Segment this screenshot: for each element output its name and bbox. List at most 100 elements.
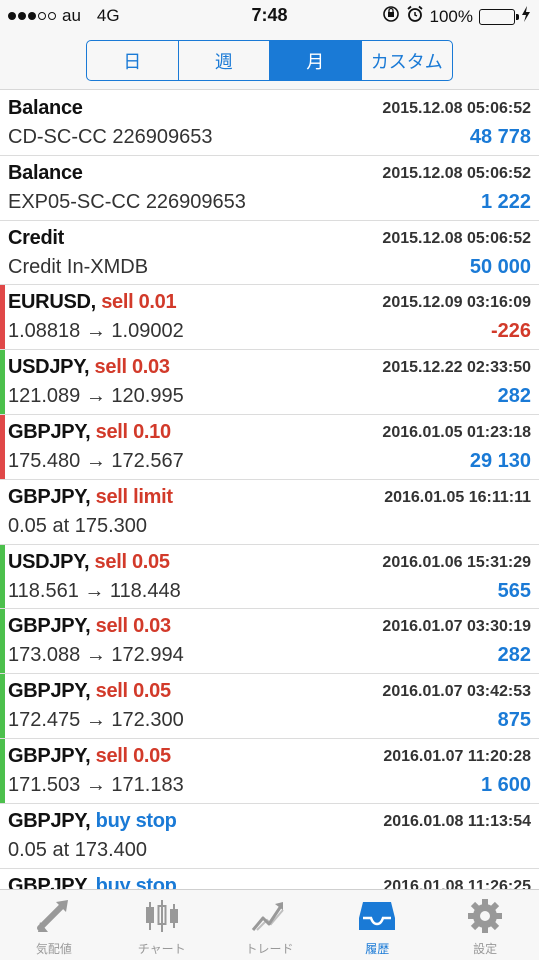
- row-action: sell 0.05: [95, 680, 171, 703]
- row-detail: 171.503 → 171.183: [8, 773, 184, 796]
- period-selector-bar: 日 週 月 カスタム: [0, 30, 539, 90]
- period-segmented-control: 日 週 月 カスタム: [86, 40, 453, 81]
- history-row[interactable]: GBPJPY, sell 0.05 2016.01.07 03:42:53 17…: [0, 674, 539, 739]
- row-time: 2016.01.08 11:26:25: [383, 877, 531, 889]
- row-detail: 173.088 → 172.994: [8, 644, 184, 667]
- row-title: GBPJPY, sell limit: [8, 485, 173, 508]
- row-value: 29 130: [469, 449, 531, 472]
- row-title: USDJPY, sell 0.05: [8, 550, 170, 573]
- battery-percent: 100%: [429, 6, 473, 26]
- profit-indicator: [0, 674, 5, 738]
- history-row[interactable]: USDJPY, sell 0.05 2016.01.06 15:31:29 11…: [0, 544, 539, 610]
- tab-chart[interactable]: チャート: [108, 890, 216, 960]
- gear-icon: [465, 898, 505, 934]
- period-tab-day[interactable]: 日: [87, 41, 179, 80]
- row-time: 2016.01.07 03:42:53: [382, 683, 531, 701]
- period-tab-custom[interactable]: カスタム: [362, 41, 453, 80]
- history-row[interactable]: GBPJPY, sell 0.03 2016.01.07 03:30:19 17…: [0, 609, 539, 675]
- period-tab-month[interactable]: 月: [270, 41, 362, 80]
- row-title: Credit: [8, 226, 64, 249]
- row-title: GBPJPY, sell 0.05: [8, 680, 171, 703]
- row-detail: CD-SC-CC 226909653: [8, 126, 213, 148]
- charging-icon: [521, 6, 531, 27]
- row-action: sell 0.03: [94, 356, 170, 379]
- tab-history[interactable]: 履歴: [323, 890, 431, 960]
- row-action: sell 0.03: [95, 615, 171, 638]
- row-action: buy stop: [95, 874, 177, 889]
- tab-history-label: 履歴: [365, 942, 390, 956]
- status-bar: au 4G 7:48 100%: [0, 0, 539, 30]
- profit-indicator: [0, 738, 5, 803]
- row-detail: EXP05-SC-CC 226909653: [8, 190, 246, 213]
- row-action: buy stop: [95, 809, 177, 832]
- row-value: 50 000: [469, 255, 531, 278]
- history-list[interactable]: Balance 2015.12.08 05:06:52 CD-SC-CC 226…: [0, 91, 539, 889]
- history-row[interactable]: EURUSD, sell 0.01 2015.12.09 03:16:09 1.…: [0, 285, 539, 351]
- history-row[interactable]: Credit 2015.12.08 05:06:52 Credit In-XMD…: [0, 221, 539, 286]
- history-inbox-icon: [357, 898, 397, 934]
- row-title: GBPJPY, sell 0.10: [8, 420, 171, 443]
- row-value: 875: [497, 709, 531, 732]
- row-value: 1 600: [480, 773, 531, 796]
- row-value: -226: [490, 320, 531, 343]
- row-time: 2015.12.09 03:16:09: [382, 294, 531, 312]
- profit-indicator: [0, 609, 5, 674]
- history-row[interactable]: USDJPY, sell 0.03 2015.12.22 02:33:50 12…: [0, 350, 539, 415]
- row-value: 1 222: [480, 190, 531, 213]
- row-detail: 121.089 → 120.995: [8, 385, 184, 408]
- row-value: 565: [497, 579, 531, 602]
- row-value: 282: [497, 644, 531, 667]
- tab-settings-label: 設定: [473, 942, 498, 956]
- row-title: USDJPY, sell 0.03: [8, 356, 170, 379]
- row-title: GBPJPY, sell 0.05: [8, 744, 171, 767]
- row-time: 2015.12.08 05:06:52: [382, 164, 531, 182]
- row-title: GBPJPY, sell 0.03: [8, 615, 171, 638]
- row-time: 2015.12.08 05:06:52: [382, 229, 531, 247]
- history-row[interactable]: Balance 2015.12.08 05:06:52 EXP05-SC-CC …: [0, 156, 539, 221]
- battery-icon: [479, 8, 519, 25]
- tab-chart-label: チャート: [137, 942, 186, 956]
- row-detail: 0.05 at 173.400: [8, 838, 148, 861]
- candlestick-chart-icon: [142, 898, 182, 934]
- history-row[interactable]: GBPJPY, sell 0.05 2016.01.07 11:20:28 17…: [0, 738, 539, 804]
- row-value: 282: [497, 385, 531, 408]
- row-title: GBPJPY, buy stop: [8, 875, 177, 889]
- row-time: 2016.01.05 01:23:18: [382, 423, 531, 441]
- tab-trade[interactable]: トレード: [216, 890, 324, 960]
- row-time: 2016.01.07 03:30:19: [382, 618, 531, 636]
- row-time: 2015.12.22 02:33:50: [382, 359, 531, 377]
- row-action: sell 0.10: [95, 420, 171, 443]
- row-title: Balance: [8, 97, 83, 119]
- row-detail: 172.475 → 172.300: [8, 709, 184, 732]
- row-title: GBPJPY, buy stop: [8, 809, 177, 832]
- row-time: 2016.01.07 11:20:28: [383, 747, 531, 765]
- row-action: sell 0.05: [95, 744, 171, 767]
- status-right: 100%: [382, 5, 531, 28]
- quotes-arrows-icon: [34, 898, 74, 934]
- row-value: 48 778: [469, 126, 531, 148]
- tab-quotes-label: 気配値: [35, 942, 72, 956]
- history-row[interactable]: GBPJPY, sell 0.10 2016.01.05 01:23:18 17…: [0, 414, 539, 480]
- period-tab-week[interactable]: 週: [179, 41, 270, 80]
- trade-trend-icon: [249, 898, 289, 934]
- row-time: 2016.01.06 15:31:29: [382, 553, 531, 571]
- tab-quotes[interactable]: 気配値: [0, 890, 108, 960]
- tab-settings[interactable]: 設定: [431, 890, 539, 960]
- history-row[interactable]: GBPJPY, buy stop 2016.01.08 11:13:54 0.0…: [0, 804, 539, 869]
- orientation-lock-icon: [382, 5, 400, 28]
- row-detail: 0.05 at 175.300: [8, 514, 148, 537]
- alarm-icon: [406, 5, 424, 28]
- row-time: 2016.01.05 16:11:11: [384, 488, 531, 506]
- history-row[interactable]: GBPJPY, sell limit 2016.01.05 16:11:11 0…: [0, 480, 539, 545]
- profit-indicator: [0, 544, 5, 609]
- loss-indicator: [0, 414, 5, 479]
- history-row[interactable]: GBPJPY, buy stop 2016.01.08 11:26:25: [0, 869, 539, 889]
- history-row[interactable]: Balance 2015.12.08 05:06:52 CD-SC-CC 226…: [0, 91, 539, 156]
- row-title: EURUSD, sell 0.01: [8, 291, 177, 314]
- row-detail: 175.480 → 172.567: [8, 449, 184, 472]
- bottom-tab-bar: 気配値 チャート トレード 履歴 設定: [0, 889, 539, 960]
- row-time: 2016.01.08 11:13:54: [383, 812, 531, 830]
- tab-trade-label: トレード: [245, 942, 294, 956]
- loss-indicator: [0, 285, 5, 350]
- row-action: sell 0.01: [101, 291, 177, 314]
